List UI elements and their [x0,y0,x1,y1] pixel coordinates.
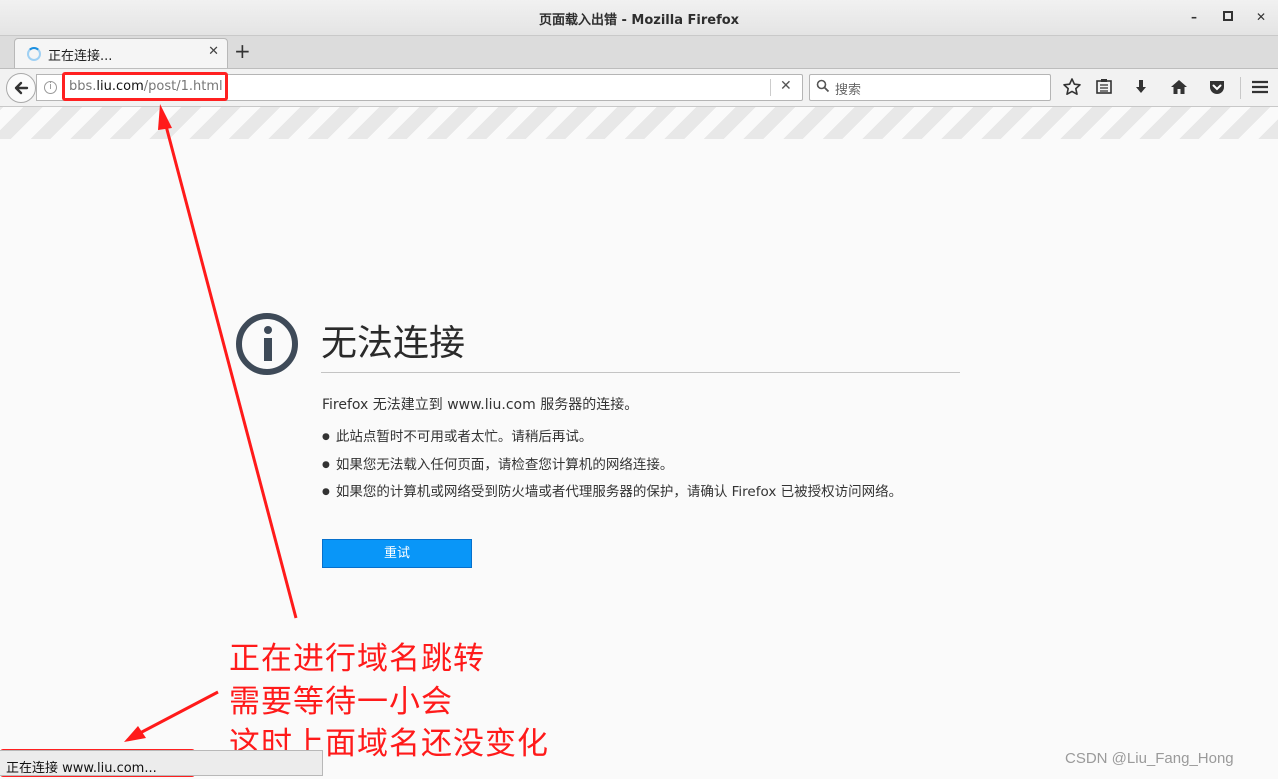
new-tab-button[interactable]: + [234,39,251,63]
title-divider [321,372,960,373]
page-content: 无法连接 Firefox 无法建立到 www.liu.com 服务器的连接。 此… [0,107,1278,779]
list-item: 此站点暂时不可用或者太忙。请稍后再试。 [322,427,902,455]
url-clear-icon[interactable]: ✕ [780,78,792,94]
error-description: Firefox 无法建立到 www.liu.com 服务器的连接。 [322,397,639,413]
list-item: 如果您的计算机或网络受到防火墙或者代理服务器的保护，请确认 Firefox 已被… [322,482,902,510]
maximize-icon[interactable] [1220,9,1236,25]
window-titlebar: 页面载入出错 - Mozilla Firefox – ✕ [0,0,1278,36]
status-text: 正在连接 www.liu.com... [6,761,157,776]
info-icon [236,313,298,375]
search-input[interactable]: 搜索 [809,74,1051,101]
site-info-icon[interactable]: i [44,81,57,94]
tab-loading[interactable]: 正在连接... ✕ [14,38,228,68]
status-bar: 正在连接 www.liu.com... [0,750,323,776]
list-item: 如果您无法载入任何页面，请检查您计算机的网络连接。 [322,455,902,483]
watermark: CSDN @Liu_Fang_Hong [1065,750,1234,767]
window-title: 页面载入出错 - Mozilla Firefox [538,13,740,28]
search-icon [816,79,830,93]
minimize-icon[interactable]: – [1186,9,1202,25]
tab-close-icon[interactable]: ✕ [208,44,219,59]
url-highlight-box [62,72,228,101]
reading-list-icon[interactable] [1094,77,1114,97]
error-suggestions: 此站点暂时不可用或者太忙。请稍后再试。 如果您无法载入任何页面，请检查您计算机的… [322,427,902,510]
annotation-line: 正在进行域名跳转 [229,641,485,677]
error-title: 无法连接 [321,323,466,364]
download-icon[interactable] [1131,77,1151,97]
pocket-icon[interactable] [1207,77,1227,97]
loading-stripe [0,107,1278,139]
window-close-icon[interactable]: ✕ [1253,9,1269,25]
home-icon[interactable] [1169,77,1189,97]
tab-title: 正在连接... [48,49,113,64]
retry-button[interactable]: 重试 [322,539,472,568]
back-arrow-icon [14,81,29,95]
loading-spinner-icon [27,47,41,61]
star-icon[interactable] [1062,77,1082,97]
annotation-line: 需要等待一小会 [229,684,453,720]
toolbar-divider [1240,77,1241,99]
url-divider [770,79,771,96]
back-button[interactable] [6,73,36,103]
tab-strip: 正在连接... ✕ + [0,36,1278,69]
search-placeholder: 搜索 [835,83,862,98]
menu-icon[interactable] [1250,77,1270,97]
